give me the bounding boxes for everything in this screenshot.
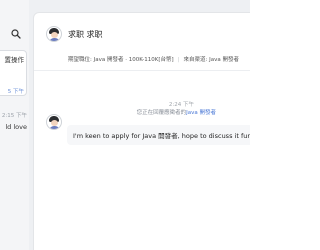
- conversation-preview: ld love: [5, 123, 27, 131]
- conversation-item-active[interactable]: 置操作 5 下午: [0, 50, 27, 96]
- message-timestamp: 2:24 下午: [168, 102, 194, 108]
- conversation-time: 5 下午: [7, 89, 24, 95]
- conversation-item[interactable]: 2:15 下午 ld love: [0, 106, 29, 152]
- search-icon: [11, 29, 21, 39]
- conversation-title: 置操作: [4, 56, 25, 64]
- chat-contact-name: 求职 求职: [68, 30, 103, 39]
- notice-job-link[interactable]: Java 開發者: [186, 110, 216, 116]
- job-salary: 期望職位: Java 開發者 · 100K-110K[台幣]: [68, 57, 174, 63]
- chat-app-window: 置操作 5 下午 2:15 下午 ld love 求职 求职 期望職位: Jav…: [0, 0, 250, 250]
- message-bubble: I'm keen to apply for Java 開發者, hope to …: [67, 125, 250, 145]
- chat-header: 求职 求职 期望職位: Java 開發者 · 100K-110K[台幣] | 來自渠…: [34, 13, 250, 71]
- avatar[interactable]: [46, 114, 62, 130]
- job-channel: 來自渠道: Java 開發者: [183, 57, 239, 63]
- conversation-time: 2:15 下午: [1, 113, 27, 119]
- notice-text: 您正在回覆應徵者的: [136, 110, 187, 116]
- avatar[interactable]: [46, 26, 62, 42]
- job-info: 期望職位: Java 開發者 · 100K-110K[台幣] | 來自渠道: Jav…: [68, 57, 239, 63]
- search-button[interactable]: [9, 27, 23, 41]
- system-notice: 您正在回覆應徵者的Java 開發者: [34, 108, 216, 116]
- chat-panel: 求职 求职 期望職位: Java 開發者 · 100K-110K[台幣] | 來自渠…: [33, 12, 250, 250]
- conversation-sidebar: 置操作 5 下午 2:15 下午 ld love: [0, 0, 29, 250]
